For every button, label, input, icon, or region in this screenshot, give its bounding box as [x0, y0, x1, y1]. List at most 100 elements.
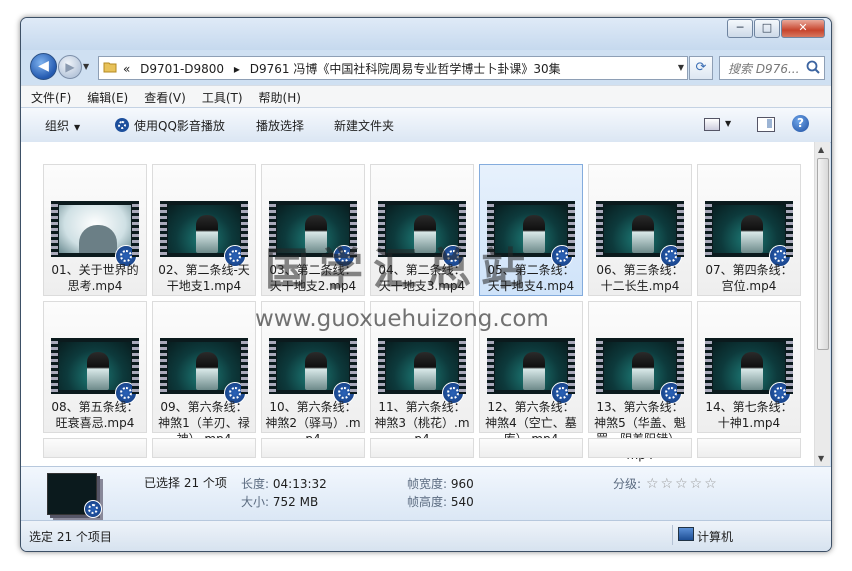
watermark-title: 国学汇总站 — [265, 244, 535, 295]
new-folder-button[interactable]: 新建文件夹 — [334, 117, 394, 134]
caption-buttons: ─ □ ✕ — [726, 19, 825, 38]
length-value: 04:13:32 — [272, 477, 327, 491]
video-thumbnail — [160, 201, 248, 267]
file-item[interactable]: 07、第四条线：宫位.mp4 — [697, 164, 801, 296]
thumbnail-figure — [196, 215, 218, 253]
thumbnail-figure — [741, 352, 763, 390]
file-item[interactable]: 14、第七条线：十神1.mp4 — [697, 301, 801, 433]
menu-tools[interactable]: 工具(T) — [192, 86, 249, 106]
frame-height-key: 帧高度: — [407, 495, 448, 509]
file-item[interactable]: 08、第五条线：旺衰喜忌.mp4 — [43, 301, 147, 433]
file-item[interactable]: 02、第二条线-天干地支1.mp4 — [152, 164, 256, 296]
rating-stars[interactable]: ☆☆☆☆☆ — [646, 476, 719, 492]
frame-width-key: 帧宽度: — [407, 477, 448, 491]
title-bar: ─ □ ✕ — [21, 18, 831, 50]
back-button[interactable]: ◀ — [30, 53, 57, 80]
address-bar[interactable]: « D9701-D9800 ▸ D9761 冯博《中国社科院周易专业哲学博士卜卦… — [98, 56, 688, 80]
minimize-button[interactable]: ─ — [727, 19, 753, 38]
play-qq-button[interactable]: 使用QQ影音播放 — [115, 117, 225, 134]
watermark-url: www.guoxuehuizong.com — [255, 306, 549, 332]
menu-view[interactable]: 查看(V) — [134, 86, 192, 106]
close-button[interactable]: ✕ — [781, 19, 825, 38]
file-item[interactable]: 13、第六条线：神煞5（华盖、魁罡、阴差阳错）.mp4 — [588, 301, 692, 462]
file-item-partial[interactable] — [697, 438, 801, 458]
qq-player-icon — [115, 118, 129, 132]
view-options-dropdown[interactable]: ▼ — [725, 119, 731, 128]
length-field: 长度: 04:13:32 — [241, 475, 327, 492]
video-thumbnail — [596, 201, 684, 267]
file-item-partial[interactable] — [152, 438, 256, 458]
file-item-partial[interactable] — [370, 438, 474, 458]
breadcrumb-overflow[interactable]: « — [123, 62, 130, 76]
frame-height-field: 帧高度: 540 — [407, 493, 474, 510]
file-item-partial[interactable] — [479, 438, 583, 458]
menu-help[interactable]: 帮助(H) — [249, 86, 307, 106]
file-item[interactable]: 06、第三条线：十二长生.mp4 — [588, 164, 692, 296]
maximize-button[interactable]: □ — [754, 19, 780, 38]
refresh-button[interactable]: ⟳ — [689, 56, 713, 80]
change-view-icon[interactable] — [704, 118, 720, 131]
vertical-scrollbar[interactable]: ▲ ▼ — [814, 142, 830, 466]
scroll-down-icon[interactable]: ▼ — [818, 454, 824, 463]
file-name: 08、第五条线：旺衰喜忌.mp4 — [51, 400, 139, 430]
status-bar: 选定 21 个项目 计算机 — [21, 520, 831, 551]
selection-count: 已选择 21 个项 — [144, 476, 227, 490]
video-thumbnail — [160, 338, 248, 404]
length-key: 长度: — [241, 477, 270, 491]
scroll-up-icon[interactable]: ▲ — [818, 145, 824, 154]
file-name: 07、第四条线：宫位.mp4 — [705, 263, 793, 293]
recent-pages-dropdown[interactable]: ▼ — [83, 62, 89, 71]
video-thumbnail — [51, 338, 139, 404]
folder-icon — [103, 62, 117, 73]
video-thumbnail — [596, 338, 684, 404]
selection-thumbnail — [47, 473, 102, 518]
breadcrumb-separator[interactable]: ▸ — [234, 62, 240, 76]
chevron-down-icon: ▼ — [74, 123, 81, 132]
video-thumbnail — [487, 338, 575, 404]
file-grid: 01、关于世界的思考.mp4 02、第二条线-天干地支1.mp4 03、第二条线：天… — [21, 142, 814, 466]
breadcrumb-parent[interactable]: D9701-D9800 — [140, 62, 224, 76]
file-name: 14、第七条线：十神1.mp4 — [705, 400, 793, 430]
status-divider — [672, 525, 673, 545]
video-thumbnail — [269, 338, 357, 404]
organize-button[interactable]: 组织 ▼ — [45, 117, 80, 134]
thumbnail-figure — [196, 352, 218, 390]
file-item-partial[interactable] — [261, 438, 365, 458]
menu-file[interactable]: 文件(F) — [21, 86, 77, 106]
file-item-partial[interactable] — [43, 438, 147, 458]
search-box[interactable]: 搜索 D976... — [719, 56, 825, 80]
organize-label: 组织 — [45, 119, 70, 133]
thumbnail-figure — [741, 215, 763, 253]
file-name: 06、第三条线：十二长生.mp4 — [596, 263, 684, 293]
navigation-bar: ◀ ▶ ▼ « D9701-D9800 ▸ D9761 冯博《中国社科院周易专业… — [21, 50, 831, 84]
thumbnail-figure — [305, 352, 327, 390]
preview-pane-icon[interactable] — [757, 117, 775, 132]
menu-edit[interactable]: 编辑(E) — [77, 86, 134, 106]
address-dropdown[interactable]: ▼ — [678, 63, 684, 72]
frame-height-value: 540 — [450, 495, 474, 509]
frame-width-value: 960 — [450, 477, 474, 491]
file-item-partial[interactable] — [588, 438, 692, 458]
video-thumbnail — [51, 201, 139, 267]
forward-button[interactable]: ▶ — [58, 55, 82, 79]
play-selected-button[interactable]: 播放选择 — [256, 117, 304, 134]
thumbnail-figure — [79, 225, 117, 253]
breadcrumb-current[interactable]: D9761 冯博《中国社科院周易专业哲学博士卜卦课》30集 — [250, 62, 561, 76]
scrollbar-thumb[interactable] — [817, 158, 829, 350]
help-icon[interactable]: ? — [792, 115, 809, 132]
video-thumbnail — [705, 338, 793, 404]
details-pane: 已选择 21 个项 长度: 04:13:32 大小: 752 MB 帧宽度: 9… — [21, 466, 831, 520]
file-item[interactable]: 09、第六条线：神煞1（羊刃、禄神）.mp4 — [152, 301, 256, 446]
frame-width-field: 帧宽度: 960 — [407, 475, 474, 492]
search-placeholder: 搜索 D976... — [728, 62, 800, 76]
file-name: 01、关于世界的思考.mp4 — [51, 263, 139, 293]
thumbnail-figure — [523, 352, 545, 390]
file-item[interactable]: 01、关于世界的思考.mp4 — [43, 164, 147, 296]
rating-label: 分级: — [613, 477, 642, 491]
search-icon — [806, 60, 820, 74]
status-location: 计算机 — [697, 530, 734, 544]
thumbnail-figure — [632, 352, 654, 390]
thumbnail-figure — [87, 352, 109, 390]
video-thumbnail — [705, 201, 793, 267]
breadcrumb: « D9701-D9800 ▸ D9761 冯博《中国社科院周易专业哲学博士卜卦… — [123, 60, 567, 77]
